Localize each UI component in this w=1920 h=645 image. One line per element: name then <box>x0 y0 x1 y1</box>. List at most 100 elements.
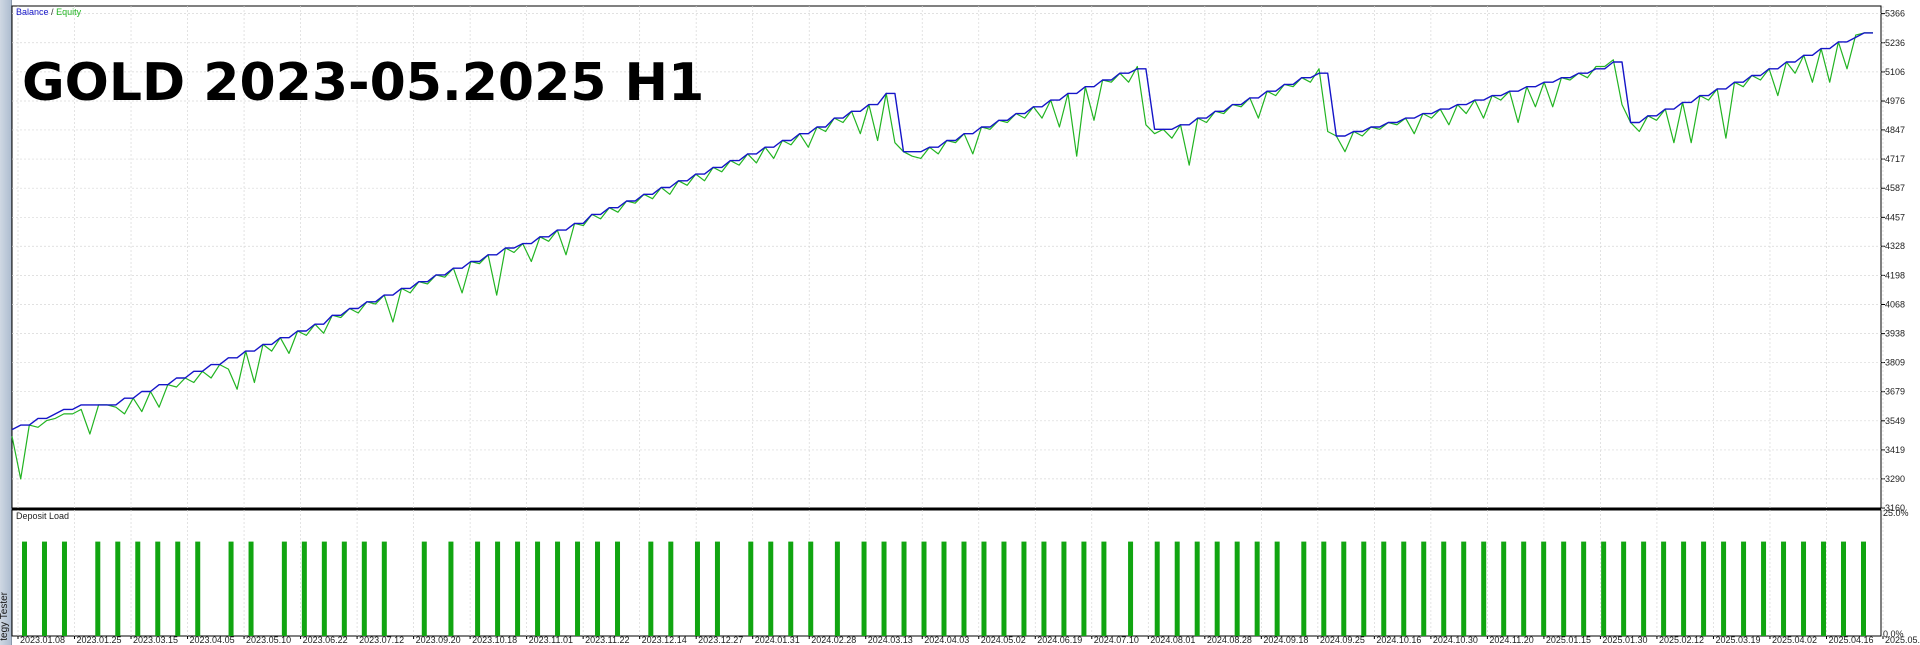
y-tick-label: 5106 <box>1885 67 1905 77</box>
deposit-load-bar <box>961 541 967 636</box>
deposit-load-bar <box>1381 541 1387 636</box>
y-tick-label: 4976 <box>1885 96 1905 106</box>
deposit-load-bar <box>61 541 67 636</box>
x-tick-label: 2025.01.30 <box>1602 635 1647 645</box>
deposit-load-bar <box>921 541 927 636</box>
x-tick-label: 2023.05.10 <box>246 635 291 645</box>
x-tick-label: 2024.10.30 <box>1433 635 1478 645</box>
deposit-load-bar <box>1621 541 1627 636</box>
deposit-load-bar <box>1341 541 1347 636</box>
deposit-load-bar <box>1661 541 1667 636</box>
x-tick-label: 2023.01.08 <box>20 635 65 645</box>
x-tick-label: 2024.09.18 <box>1263 635 1308 645</box>
x-tick-label: 2024.01.31 <box>755 635 800 645</box>
x-tick-label: 2024.08.28 <box>1207 635 1252 645</box>
y-tick-label: 3549 <box>1885 416 1905 426</box>
deposit-load-bar <box>1741 541 1747 636</box>
deposit-load-bar <box>41 541 47 636</box>
deposit-load-bar <box>321 541 327 636</box>
y-tick-label: 3938 <box>1885 329 1905 339</box>
deposit-load-bar <box>1234 541 1240 636</box>
y-tick-label: 3809 <box>1885 358 1905 368</box>
x-tick-label: 2025.03.19 <box>1715 635 1760 645</box>
x-tick-label: 2023.07.12 <box>359 635 404 645</box>
x-tick-label: 2024.09.25 <box>1320 635 1365 645</box>
x-tick-label: 2025.04.16 <box>1828 635 1873 645</box>
y-tick-label: 3290 <box>1885 474 1905 484</box>
deposit-load-bar <box>22 541 27 636</box>
deposit-load-bar <box>421 541 427 636</box>
deposit-load-bar <box>515 541 521 636</box>
deposit-load-bar <box>861 541 867 636</box>
deposit-load-bar <box>615 541 621 636</box>
deposit-load-bar <box>1401 541 1407 636</box>
x-tick-label: 2024.04.03 <box>924 635 969 645</box>
deposit-load-bar <box>1441 541 1447 636</box>
x-tick-label: 2023.06.22 <box>303 635 348 645</box>
deposit-load-bar <box>1361 541 1367 636</box>
deposit-y-tick-top: 25.0% <box>1883 508 1909 518</box>
deposit-load-bar <box>1128 541 1134 636</box>
deposit-load-bar <box>195 541 201 636</box>
deposit-load-bar <box>1461 541 1467 636</box>
y-tick-label: 4198 <box>1885 270 1905 280</box>
deposit-load-bar <box>535 541 541 636</box>
deposit-load-bar <box>1154 541 1160 636</box>
deposit-load-bar <box>1101 541 1107 636</box>
deposit-load-bar <box>694 541 700 636</box>
deposit-load-bar <box>381 541 387 636</box>
deposit-load-label: Deposit Load <box>16 511 69 521</box>
y-tick-label: 5236 <box>1885 38 1905 48</box>
legend-equity: Equity <box>56 7 82 17</box>
deposit-load-bar <box>788 541 794 636</box>
deposit-load-bar <box>1081 541 1087 636</box>
deposit-load-bar <box>135 541 141 636</box>
deposit-load-bar <box>1061 541 1067 636</box>
deposit-load-bar <box>175 541 181 636</box>
deposit-load-bar <box>1521 541 1527 636</box>
y-tick-label: 4847 <box>1885 125 1905 135</box>
x-tick-label: 2023.11.22 <box>585 635 629 645</box>
x-tick-label: 2024.03.13 <box>868 635 913 645</box>
deposit-load-bar <box>1541 541 1547 636</box>
deposit-load-bar <box>748 541 754 636</box>
deposit-load-bar <box>1421 541 1427 636</box>
deposit-load-bar <box>1821 541 1827 636</box>
y-tick-label: 5366 <box>1885 9 1905 19</box>
deposit-load-bar <box>448 541 454 636</box>
x-tick-label: 2025.01.15 <box>1546 635 1591 645</box>
deposit-load-bar <box>1561 541 1567 636</box>
deposit-load-bar <box>555 541 561 636</box>
x-tick-label: 2023.11.01 <box>529 635 573 645</box>
balance-equity-chart: 3160329034193549367938093938406841984328… <box>11 5 1920 645</box>
y-tick-label: 4068 <box>1885 300 1905 310</box>
x-tick-label: 2024.10.16 <box>1376 635 1421 645</box>
deposit-load-bar <box>301 541 307 636</box>
x-tick-label: 2024.02.28 <box>811 635 856 645</box>
deposit-load-bar <box>1174 541 1180 636</box>
deposit-load-bar <box>228 541 234 636</box>
deposit-load-bar <box>808 541 814 636</box>
deposit-load-bar <box>155 541 161 636</box>
deposit-load-bar <box>1001 541 1007 636</box>
deposit-load-bar <box>1041 541 1047 636</box>
x-tick-label: 2023.10.18 <box>472 635 517 645</box>
deposit-load-bar <box>1701 541 1707 636</box>
x-tick-label: 2023.04.05 <box>190 635 235 645</box>
deposit-load-bar <box>595 541 601 636</box>
x-tick-label: 2024.08.01 <box>1150 635 1195 645</box>
y-tick-label: 4717 <box>1885 154 1905 164</box>
deposit-load-bar <box>115 541 121 636</box>
deposit-load-bar <box>361 541 367 636</box>
x-tick-label: 2024.06.19 <box>1037 635 1082 645</box>
deposit-load-bar <box>668 541 674 636</box>
y-tick-label: 3419 <box>1885 445 1905 455</box>
x-tick-label: 2024.05.02 <box>981 635 1026 645</box>
x-tick-label: 2023.12.27 <box>698 635 743 645</box>
deposit-load-bar <box>1861 541 1866 636</box>
legend: Balance / Equity <box>16 7 82 17</box>
deposit-load-bar <box>941 541 947 636</box>
deposit-load-bar <box>281 541 287 636</box>
deposit-load-bar <box>1681 541 1687 636</box>
x-tick-label: 2024.07.10 <box>1094 635 1139 645</box>
